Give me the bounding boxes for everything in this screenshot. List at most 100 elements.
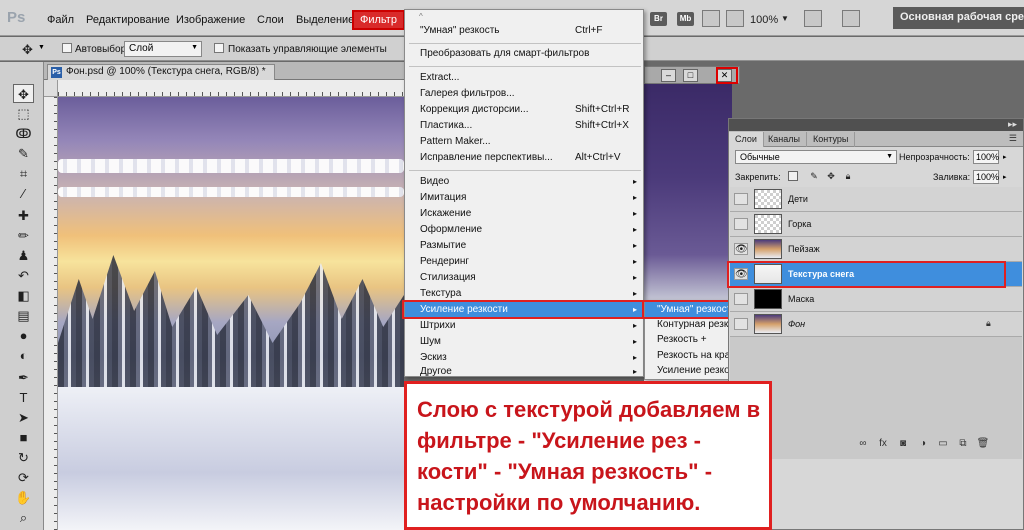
- autoselect-select[interactable]: Слой ▼: [124, 41, 202, 57]
- menu-item-extract[interactable]: Extract...: [405, 70, 643, 86]
- quick-select-icon[interactable]: ✎: [13, 144, 34, 163]
- layer-row-peyzazh[interactable]: 👁︎ Пейзаж: [730, 237, 1022, 262]
- dodge-icon[interactable]: ◐: [13, 346, 34, 365]
- menu-item-artistic[interactable]: Имитация ▸: [405, 190, 643, 206]
- 3d-camera-icon[interactable]: ⟳: [13, 468, 34, 487]
- lock-pixels-icon[interactable]: ✎: [809, 171, 819, 181]
- lasso-icon[interactable]: ↂ: [13, 124, 34, 143]
- type-icon[interactable]: T: [13, 388, 34, 407]
- 3d-rotate-icon[interactable]: ↻: [13, 448, 34, 467]
- healing-icon[interactable]: ✚: [13, 206, 34, 225]
- visibility-toggle[interactable]: 👁︎: [734, 318, 748, 330]
- tab-channels[interactable]: Каналы: [762, 132, 807, 147]
- vertical-ruler[interactable]: [44, 97, 58, 530]
- fx-icon[interactable]: fx: [876, 438, 890, 450]
- zoom-level[interactable]: 100%: [750, 14, 778, 26]
- menu-filter[interactable]: Фильтр: [352, 10, 405, 30]
- lock-all-icon[interactable]: 🔒︎: [843, 171, 853, 181]
- psd-file-icon: Ps: [51, 67, 62, 78]
- visibility-toggle[interactable]: 👁︎: [734, 218, 748, 230]
- path-select-icon[interactable]: ➤: [13, 408, 34, 427]
- new-layer-icon[interactable]: ⧉: [956, 438, 970, 450]
- brush-icon[interactable]: ✏: [13, 226, 34, 245]
- menu-select[interactable]: Выделение: [296, 14, 354, 26]
- eraser-icon[interactable]: ◧: [13, 286, 34, 305]
- menu-item-video[interactable]: Видео ▸: [405, 174, 643, 190]
- history-brush-icon[interactable]: ↶: [13, 266, 34, 285]
- screen-mode-icon[interactable]: [842, 10, 860, 27]
- stamp-icon[interactable]: ♟: [13, 246, 34, 265]
- hand-icon[interactable]: ✋: [13, 488, 34, 507]
- eyedropper-icon[interactable]: ⁄: [13, 184, 34, 203]
- move-icon[interactable]: ✥: [13, 84, 34, 103]
- maximize-icon[interactable]: □: [683, 69, 698, 82]
- menu-item-vanishing-point[interactable]: Исправление перспективы... Alt+Ctrl+V: [405, 150, 643, 166]
- crop-icon[interactable]: ⌗: [13, 164, 34, 183]
- group-icon[interactable]: ▭: [936, 438, 950, 450]
- menu-item-lens-correction[interactable]: Коррекция дисторсии... Shift+Ctrl+R: [405, 102, 643, 118]
- menu-layers[interactable]: Слои: [257, 14, 284, 26]
- zoom-icon[interactable]: ⌕: [13, 508, 34, 527]
- collapse-icon[interactable]: ▸▸: [1008, 119, 1017, 130]
- lock-transparency-icon[interactable]: [788, 171, 798, 181]
- chevron-down-icon[interactable]: ▼: [781, 14, 789, 23]
- fill-field[interactable]: 100%: [973, 170, 999, 184]
- eye-icon[interactable]: 👁︎: [734, 243, 748, 255]
- tab-paths[interactable]: Контуры: [807, 132, 856, 147]
- document-tab[interactable]: Ps Фон.psd @ 100% (Текстура снега, RGB/8…: [47, 64, 275, 80]
- blend-mode-select[interactable]: Обычные ▼: [735, 150, 897, 164]
- adjustment-icon[interactable]: ◑: [916, 438, 930, 450]
- shape-icon[interactable]: ■: [13, 428, 34, 447]
- panel-menu-icon[interactable]: ☰: [1009, 133, 1017, 144]
- menu-edit[interactable]: Редактирование: [86, 14, 170, 26]
- move-tool-icon[interactable]: ✥: [22, 42, 33, 58]
- bridge-icon[interactable]: Br: [650, 12, 667, 26]
- document-canvas[interactable]: [58, 97, 404, 530]
- chevron-right-icon[interactable]: ▸: [1003, 153, 1007, 161]
- link-icon[interactable]: ∞: [856, 438, 870, 450]
- minimize-icon[interactable]: –: [661, 69, 676, 82]
- ruler-origin[interactable]: [44, 80, 58, 97]
- chevron-down-icon[interactable]: ▼: [38, 44, 45, 51]
- layer-row-gorka[interactable]: 👁︎ Горка: [730, 212, 1022, 237]
- menu-item-blur[interactable]: Размытие ▸: [405, 238, 643, 254]
- menu-item-last-filter[interactable]: "Умная" резкость Ctrl+F: [405, 23, 643, 39]
- workspace-switcher[interactable]: Основная рабочая среда: [893, 7, 1024, 29]
- menu-image[interactable]: Изображение: [176, 14, 245, 26]
- lock-position-icon[interactable]: ✥: [826, 171, 836, 181]
- marquee-icon[interactable]: ⬚: [13, 104, 34, 123]
- menu-item-liquify[interactable]: Пластика... Shift+Ctrl+X: [405, 118, 643, 134]
- layer-row-fon[interactable]: 👁︎ Фон 🔒︎: [730, 312, 1022, 337]
- layer-row-deti[interactable]: 👁︎ Дети: [730, 187, 1022, 212]
- menu-item-distort[interactable]: Искажение ▸: [405, 206, 643, 222]
- arrange-documents-icon[interactable]: [804, 10, 822, 27]
- opacity-field[interactable]: 100%: [973, 150, 999, 164]
- menu-item-pixelate[interactable]: Оформление ▸: [405, 222, 643, 238]
- trash-icon[interactable]: 🗑︎: [976, 438, 990, 450]
- tab-layers[interactable]: Слои: [729, 132, 764, 147]
- blur-icon[interactable]: ●: [13, 326, 34, 345]
- gradient-icon[interactable]: ▤: [13, 306, 34, 325]
- chevron-right-icon[interactable]: ▸: [1003, 173, 1007, 181]
- menu-item-render[interactable]: Рендеринг ▸: [405, 254, 643, 270]
- menu-item-brush-strokes[interactable]: Штрихи ▸: [405, 318, 643, 334]
- menu-item-noise[interactable]: Шум ▸: [405, 334, 643, 350]
- mini-bridge-icon[interactable]: Mb: [677, 12, 694, 26]
- hand-tool-icon[interactable]: [726, 10, 744, 27]
- menu-item-filter-gallery[interactable]: Галерея фильтров...: [405, 86, 643, 102]
- visibility-toggle[interactable]: 👁︎: [734, 293, 748, 305]
- menu-item-sketch[interactable]: Эскиз ▸: [405, 350, 643, 366]
- layer-row-maska[interactable]: 👁︎ Маска: [730, 287, 1022, 312]
- mask-icon[interactable]: ◙: [896, 438, 910, 450]
- menu-item-other[interactable]: Другое ▸: [405, 366, 643, 377]
- menu-item-smart-filters[interactable]: Преобразовать для смарт-фильтров: [405, 46, 643, 62]
- menu-item-stylize[interactable]: Стилизация ▸: [405, 270, 643, 286]
- menu-item-pattern-maker[interactable]: Pattern Maker...: [405, 134, 643, 150]
- menu-file[interactable]: Файл: [47, 14, 74, 26]
- autoselect-checkbox[interactable]: [62, 43, 72, 53]
- pen-icon[interactable]: ✒: [13, 368, 34, 387]
- show-controls-checkbox[interactable]: [214, 43, 224, 53]
- selected-layer-highlight-box: [727, 261, 1006, 288]
- view-extras-icon[interactable]: [702, 10, 720, 27]
- visibility-toggle[interactable]: 👁︎: [734, 193, 748, 205]
